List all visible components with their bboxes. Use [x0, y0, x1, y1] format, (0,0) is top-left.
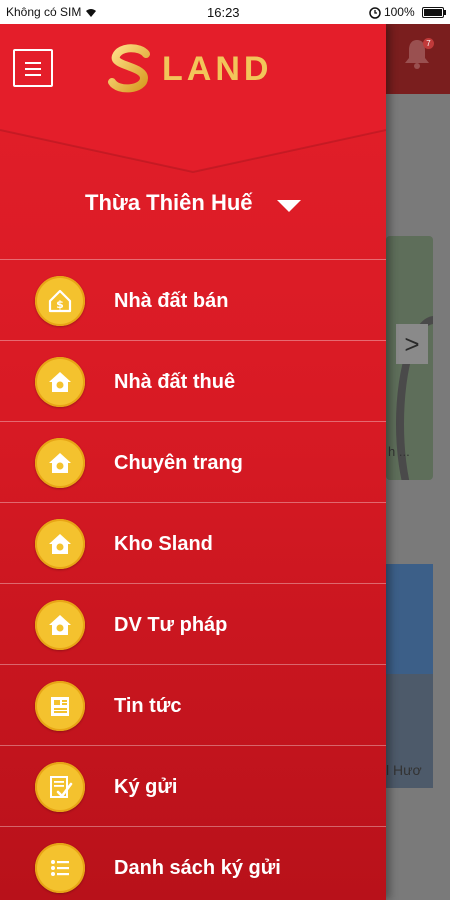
drawer-header: LAND	[0, 24, 386, 110]
menu-item-nha-dat-ban[interactable]: $ Nhà đất bán	[0, 259, 386, 340]
drawer-menu: $ Nhà đất bán Nhà đất thuê Chuyên trang …	[0, 259, 386, 900]
caret-down-icon	[276, 199, 301, 212]
news-caption: l Hươ	[386, 762, 422, 778]
news-image[interactable]	[386, 564, 433, 788]
header-chevron	[0, 110, 386, 174]
menu-item-dv-tu-phap[interactable]: DV Tư pháp	[0, 583, 386, 664]
menu-item-label: Nhà đất thuê	[114, 371, 236, 393]
document-check-icon	[35, 762, 85, 812]
menu-item-danh-sach-ky-gui[interactable]: Danh sách ký gửi	[0, 826, 386, 900]
house-dollar-icon: $	[35, 276, 85, 326]
carousel-next-button[interactable]: >	[396, 324, 428, 364]
menu-item-label: Ký gửi	[114, 776, 178, 798]
listing-caption: h ...	[388, 444, 410, 459]
menu-item-label: Chuyên trang	[114, 452, 243, 474]
house-icon	[35, 357, 85, 407]
menu-item-label: Kho Sland	[114, 533, 213, 555]
wifi-icon	[85, 8, 96, 17]
menu-item-label: Danh sách ký gửi	[114, 857, 281, 879]
menu-button[interactable]	[13, 49, 53, 87]
menu-item-kho-sland[interactable]: Kho Sland	[0, 502, 386, 583]
list-icon	[35, 843, 85, 893]
house-icon	[35, 519, 85, 569]
region-label: Thừa Thiên Huế	[85, 190, 253, 215]
menu-item-nha-dat-thue[interactable]: Nhà đất thuê	[0, 340, 386, 421]
carrier-text: Không có SIM	[6, 5, 82, 19]
notification-badge: 7	[423, 38, 434, 49]
alarm-icon	[368, 7, 381, 19]
logo-text: LAND	[162, 50, 273, 88]
menu-item-tin-tuc[interactable]: Tin tức	[0, 664, 386, 745]
menu-item-ky-gui[interactable]: Ký gửi	[0, 745, 386, 826]
sland-logo-mark	[108, 44, 150, 93]
newspaper-icon	[35, 681, 85, 731]
navigation-drawer: LAND Thừa Thiên Huế $ Nhà đất bán Nhà đấ…	[0, 24, 386, 900]
region-selector[interactable]: Thừa Thiên Huế	[0, 190, 386, 216]
house-icon	[35, 438, 85, 488]
notification-bell[interactable]: 7	[402, 36, 436, 76]
menu-item-label: Tin tức	[114, 695, 182, 717]
menu-item-label: Nhà đất bán	[114, 290, 229, 312]
menu-item-chuyen-trang[interactable]: Chuyên trang	[0, 421, 386, 502]
carrier-label: Không có SIM	[6, 5, 97, 19]
sland-logo: LAND	[106, 42, 276, 94]
status-right: 100%	[368, 5, 446, 19]
battery-percent: 100%	[383, 5, 415, 19]
status-bar: Không có SIM 16:23 100%	[0, 0, 450, 24]
clock: 16:23	[207, 5, 240, 20]
battery-icon	[422, 7, 446, 19]
svg-text:$: $	[56, 298, 64, 311]
house-icon	[35, 600, 85, 650]
menu-item-label: DV Tư pháp	[114, 614, 228, 636]
